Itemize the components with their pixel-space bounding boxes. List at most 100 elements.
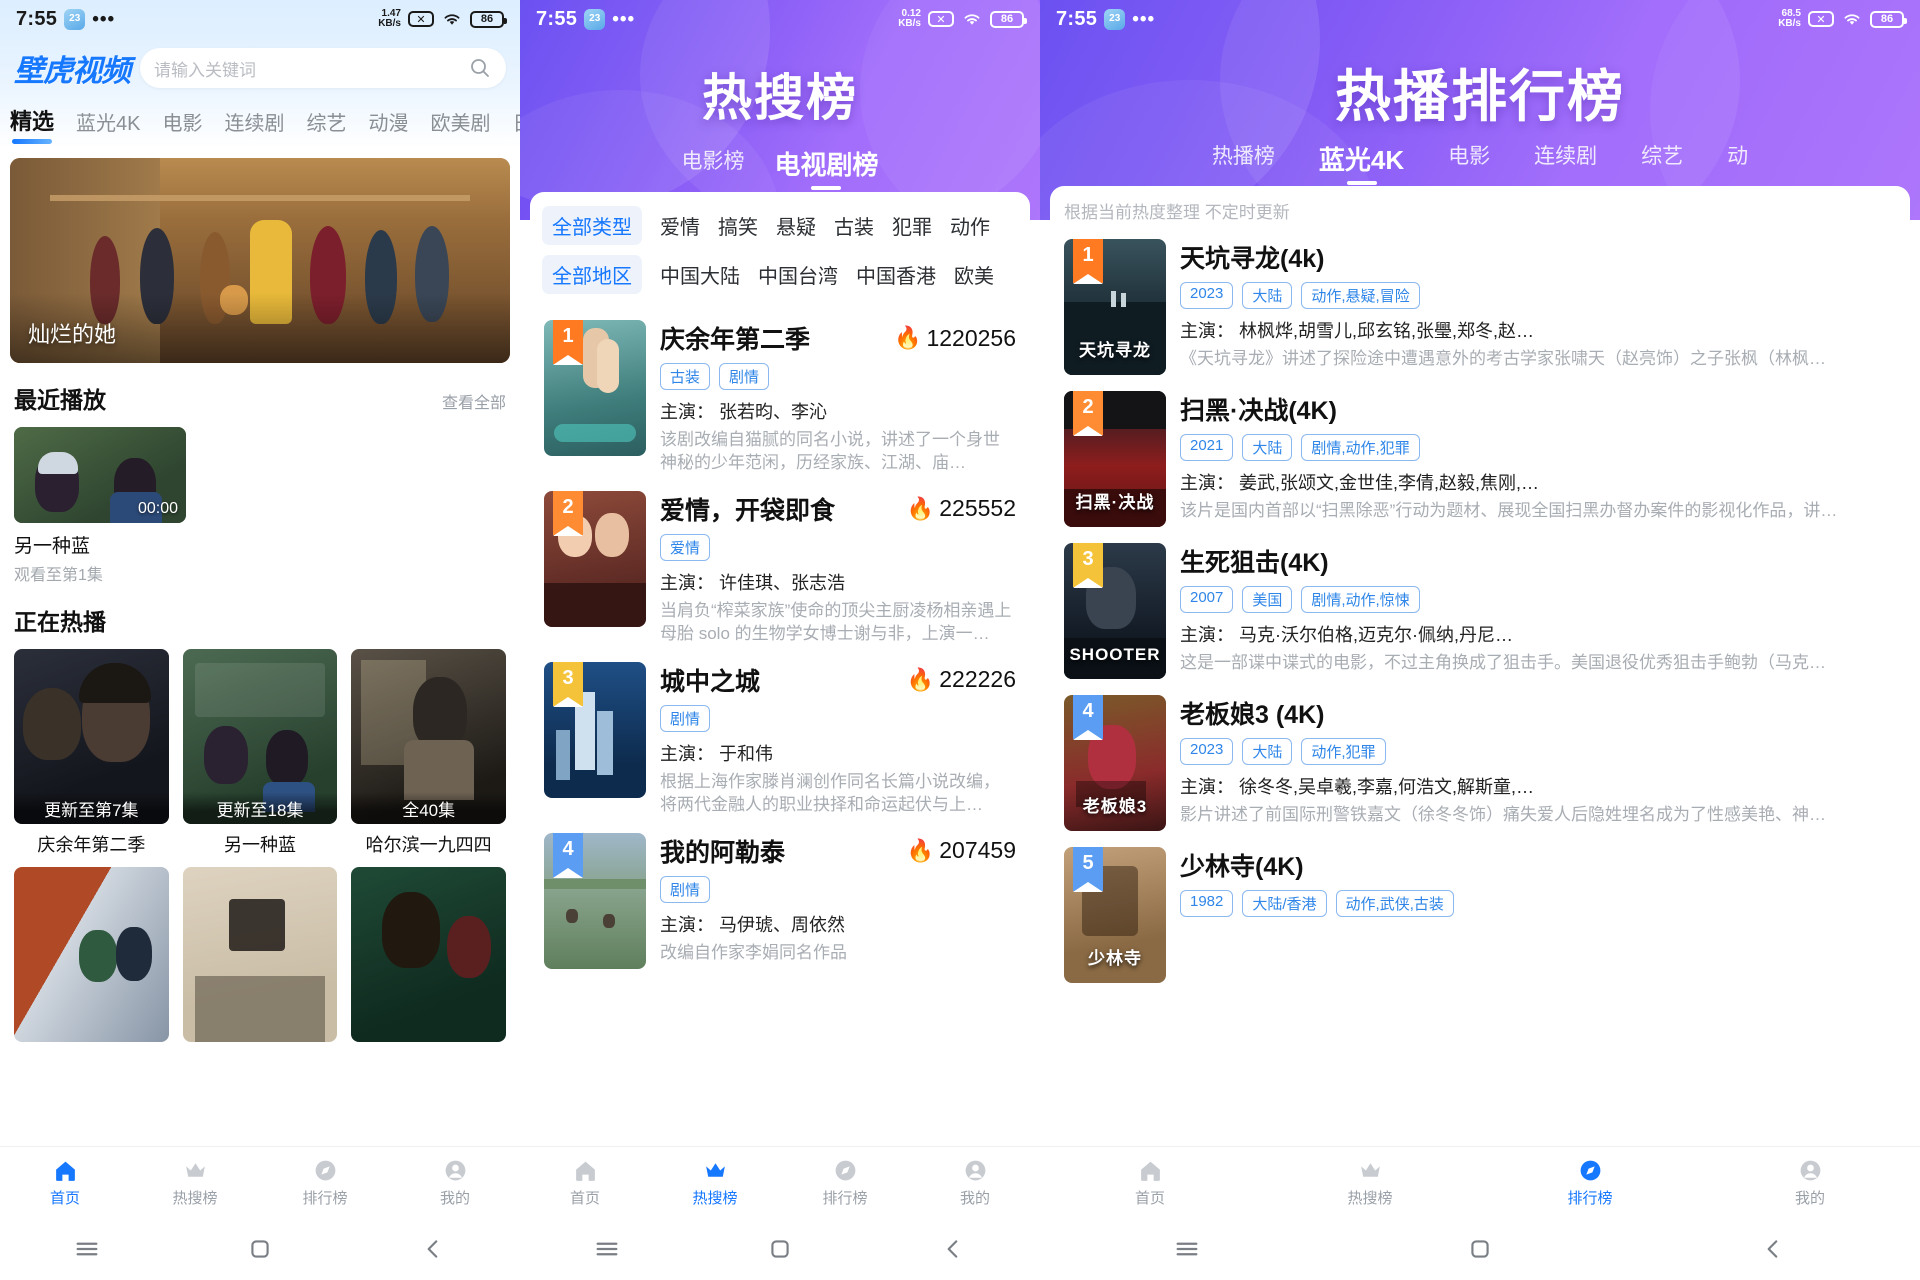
tab-anime[interactable]: 动 [1727, 140, 1748, 185]
home-category-tabs[interactable]: 精选 蓝光4K 电影 连续剧 综艺 动漫 欧美剧 日韩 [0, 90, 520, 146]
hot-card-poster[interactable]: 更新至18集 [182, 649, 338, 824]
menu-icon[interactable] [1157, 1235, 1217, 1263]
tab-hotplay[interactable]: 热播榜 [1212, 140, 1275, 185]
list-item[interactable]: 1 庆余年第二季 🔥 1220256 古装 剧情 主演： 张若昀、李沁 该剧改编… [544, 310, 1016, 481]
filter-region-mainland[interactable]: 中国大陆 [660, 260, 740, 289]
back-icon[interactable] [923, 1236, 983, 1262]
bottom-navigation[interactable]: 首页 热搜榜 排行榜 我的 [1040, 1146, 1920, 1218]
home-banner[interactable]: 灿烂的她 [10, 158, 510, 363]
poster[interactable]: 4 [544, 832, 646, 969]
system-navigation-bar[interactable] [1040, 1218, 1920, 1280]
tab-anime[interactable]: 动漫 [368, 107, 408, 146]
bottom-navigation[interactable]: 首页 热搜榜 排行榜 我的 [520, 1146, 1040, 1218]
filter-type-action[interactable]: 动作 [950, 211, 990, 240]
hot-card[interactable]: 更新至18集 另一种蓝 [182, 649, 338, 857]
home-icon[interactable] [571, 1157, 599, 1183]
menu-icon[interactable] [57, 1235, 117, 1263]
nav-item-ranking[interactable]: 排行榜 [780, 1157, 910, 1208]
nav-item-hotsearch[interactable]: 热搜榜 [1260, 1157, 1480, 1208]
home-square-icon[interactable] [1450, 1236, 1510, 1262]
system-navigation-bar[interactable] [520, 1218, 1040, 1280]
search-icon[interactable] [468, 56, 492, 80]
filter-region-all[interactable]: 全部地区 [542, 255, 642, 294]
list-item[interactable]: 2 爱情，开袋即食 🔥 225552 爱情 主演： 许佳琪、张志浩 当肩负“榨菜… [544, 481, 1016, 652]
tab-variety[interactable]: 综艺 [306, 107, 346, 146]
tab-jingxuan[interactable]: 精选 [10, 104, 54, 146]
filter-type-crime[interactable]: 犯罪 [892, 211, 932, 240]
poster[interactable]: 2 [544, 490, 646, 627]
recent-thumbnail[interactable]: 00:00 [14, 427, 186, 523]
filter-row-region[interactable]: 全部地区 中国大陆 中国台湾 中国香港 欧美 [542, 255, 1016, 294]
crown-icon[interactable] [181, 1157, 209, 1183]
nav-item-mine[interactable]: 我的 [390, 1157, 520, 1208]
compass-icon[interactable] [311, 1157, 339, 1183]
poster[interactable]: 1 [544, 320, 646, 456]
nav-item-ranking[interactable]: 排行榜 [260, 1157, 390, 1208]
tab-western[interactable]: 欧美剧 [430, 107, 490, 146]
hotsearch-tabs[interactable]: 电影榜 电视剧榜 [520, 145, 1040, 190]
hot-card[interactable] [351, 867, 506, 1042]
tab-series[interactable]: 连续剧 [224, 107, 284, 146]
hot-card-poster[interactable] [351, 867, 506, 1042]
crown-icon[interactable] [1356, 1157, 1384, 1183]
filter-type-suspense[interactable]: 悬疑 [776, 211, 816, 240]
nav-item-hotsearch[interactable]: 热搜榜 [650, 1157, 780, 1208]
person-icon[interactable] [1796, 1157, 1824, 1183]
compass-icon[interactable] [1576, 1157, 1604, 1183]
poster[interactable]: 少林寺 5 [1064, 847, 1166, 983]
recent-play-item[interactable]: 00:00 另一种蓝 观看至第1集 [0, 415, 520, 585]
list-item[interactable]: SHOOTER 3 生死狙击(4K) 2007 美国 剧情,动作,惊悚 主演： … [1064, 533, 1896, 685]
hot-card-poster[interactable]: 全40集 [351, 649, 506, 824]
crown-icon[interactable] [701, 1157, 729, 1183]
tab-movie[interactable]: 电影 [1448, 140, 1490, 185]
back-icon[interactable] [1743, 1236, 1803, 1262]
back-icon[interactable] [403, 1236, 463, 1262]
poster[interactable]: 老板娘3 4 [1064, 695, 1166, 831]
nav-item-home[interactable]: 首页 [1040, 1157, 1260, 1208]
filter-region-western[interactable]: 欧美 [954, 260, 994, 289]
nav-item-home[interactable]: 首页 [0, 1157, 130, 1208]
filter-type-romance[interactable]: 爱情 [660, 211, 700, 240]
tab-bluray4k[interactable]: 蓝光4K [1319, 140, 1404, 185]
poster[interactable]: SHOOTER 3 [1064, 543, 1166, 679]
filter-type-all[interactable]: 全部类型 [542, 206, 642, 245]
nav-item-hotsearch[interactable]: 热搜榜 [130, 1157, 260, 1208]
nav-item-ranking[interactable]: 排行榜 [1480, 1157, 1700, 1208]
nav-item-mine[interactable]: 我的 [910, 1157, 1040, 1208]
list-item[interactable]: 3 城中之城 🔥 222226 剧情 主演： 于和伟 根据上海作家滕肖澜创作同名… [544, 652, 1016, 823]
filter-type-comedy[interactable]: 搞笑 [718, 211, 758, 240]
poster[interactable]: 扫黑·决战 2 [1064, 391, 1166, 527]
filter-region-hongkong[interactable]: 中国香港 [856, 260, 936, 289]
search-bar[interactable]: 请输入关键词 [140, 48, 506, 88]
filter-region-taiwan[interactable]: 中国台湾 [758, 260, 838, 289]
person-icon[interactable] [441, 1157, 469, 1183]
system-navigation-bar[interactable] [0, 1218, 520, 1280]
tab-tv-rank[interactable]: 电视剧榜 [774, 145, 878, 190]
menu-icon[interactable] [577, 1235, 637, 1263]
tab-jpkr[interactable]: 日韩 [512, 107, 520, 146]
poster[interactable]: 天坑寻龙 1 [1064, 239, 1166, 375]
nav-item-home[interactable]: 首页 [520, 1157, 650, 1208]
hot-card[interactable] [14, 867, 169, 1042]
bottom-navigation[interactable]: 首页 热搜榜 排行榜 我的 [0, 1146, 520, 1218]
tab-movie-rank[interactable]: 电影榜 [681, 145, 744, 190]
view-all-link[interactable]: 查看全部 [442, 389, 506, 413]
list-item[interactable]: 少林寺 5 少林寺(4K) 1982 大陆/香港 动作,武侠,古装 [1064, 837, 1896, 989]
home-square-icon[interactable] [750, 1236, 810, 1262]
nav-item-mine[interactable]: 我的 [1700, 1157, 1920, 1208]
compass-icon[interactable] [831, 1157, 859, 1183]
hot-card-poster[interactable]: 更新至第7集 [14, 649, 169, 824]
poster[interactable]: 3 [544, 661, 646, 798]
home-icon[interactable] [1136, 1157, 1164, 1183]
filter-type-costume[interactable]: 古装 [834, 211, 874, 240]
list-item[interactable]: 扫黑·决战 2 扫黑·决战(4K) 2021 大陆 剧情,动作,犯罪 主演： 姜… [1064, 381, 1896, 533]
tab-variety[interactable]: 综艺 [1641, 140, 1683, 185]
list-item[interactable]: 天坑寻龙 1 天坑寻龙(4k) 2023 大陆 动作,悬疑,冒险 主演： 林枫烨… [1064, 229, 1896, 381]
person-icon[interactable] [961, 1157, 989, 1183]
hot-card-poster[interactable] [182, 867, 338, 1042]
home-icon[interactable] [51, 1157, 79, 1183]
hot-card[interactable]: 更新至第7集 庆余年第二季 [14, 649, 169, 857]
filter-row-type[interactable]: 全部类型 爱情 搞笑 悬疑 古装 犯罪 动作 [542, 206, 1016, 245]
hot-card[interactable] [182, 867, 338, 1042]
hot-card[interactable]: 全40集 哈尔滨一九四四 [351, 649, 506, 857]
